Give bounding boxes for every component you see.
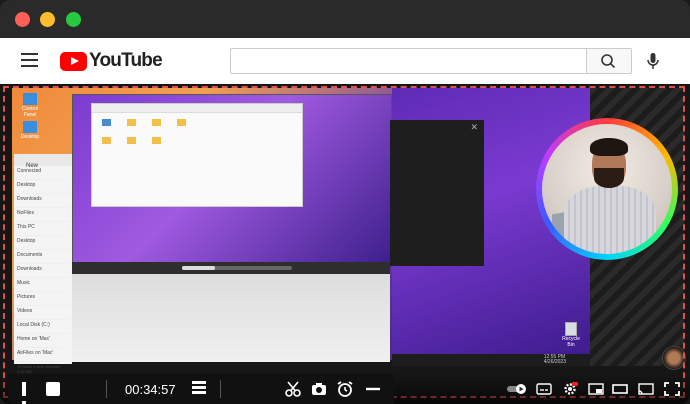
search-input[interactable] (230, 48, 586, 74)
alarm-icon[interactable] (336, 380, 354, 398)
recording-timer: 00:34:57 (125, 382, 176, 397)
grid-button[interactable] (192, 381, 206, 397)
cast-icon[interactable] (638, 382, 654, 396)
hamburger-icon[interactable] (21, 53, 38, 67)
app-window: YouTube Control Panel Desktop New Connec… (0, 0, 690, 404)
subtitles-icon[interactable] (536, 382, 552, 396)
minimize-window-button[interactable] (40, 12, 55, 27)
miniplayer-icon[interactable] (588, 382, 604, 396)
autoplay-toggle-icon[interactable] (506, 382, 528, 396)
search-icon (601, 54, 616, 69)
voice-search-button[interactable] (640, 48, 666, 74)
close-window-button[interactable] (15, 12, 30, 27)
scissors-icon[interactable] (284, 380, 302, 398)
video-player[interactable]: Control Panel Desktop New Connected Desk… (0, 84, 690, 404)
stop-button[interactable] (46, 382, 60, 396)
youtube-brand-text: YouTube (89, 50, 163, 71)
title-bar (0, 0, 690, 38)
youtube-player-right-controls (500, 378, 690, 402)
youtube-logo[interactable]: YouTube (60, 50, 163, 71)
minimize-icon[interactable] (364, 380, 382, 398)
recorder-toolbar: 00:34:57 (8, 374, 394, 404)
maximize-window-button[interactable] (66, 12, 81, 27)
youtube-header: YouTube (0, 38, 690, 84)
pause-icon (22, 382, 26, 396)
mic-icon (647, 53, 659, 69)
recording-area-border (3, 86, 685, 398)
search-button[interactable] (586, 48, 632, 74)
youtube-play-icon (60, 52, 87, 71)
fullscreen-icon[interactable] (664, 382, 680, 396)
grid-icon (192, 381, 206, 384)
theater-icon[interactable] (612, 382, 628, 396)
pause-button[interactable] (22, 382, 36, 404)
settings-icon[interactable] (562, 382, 578, 396)
camera-icon[interactable] (310, 380, 328, 398)
player-controls: 00:34:57 (0, 374, 690, 404)
